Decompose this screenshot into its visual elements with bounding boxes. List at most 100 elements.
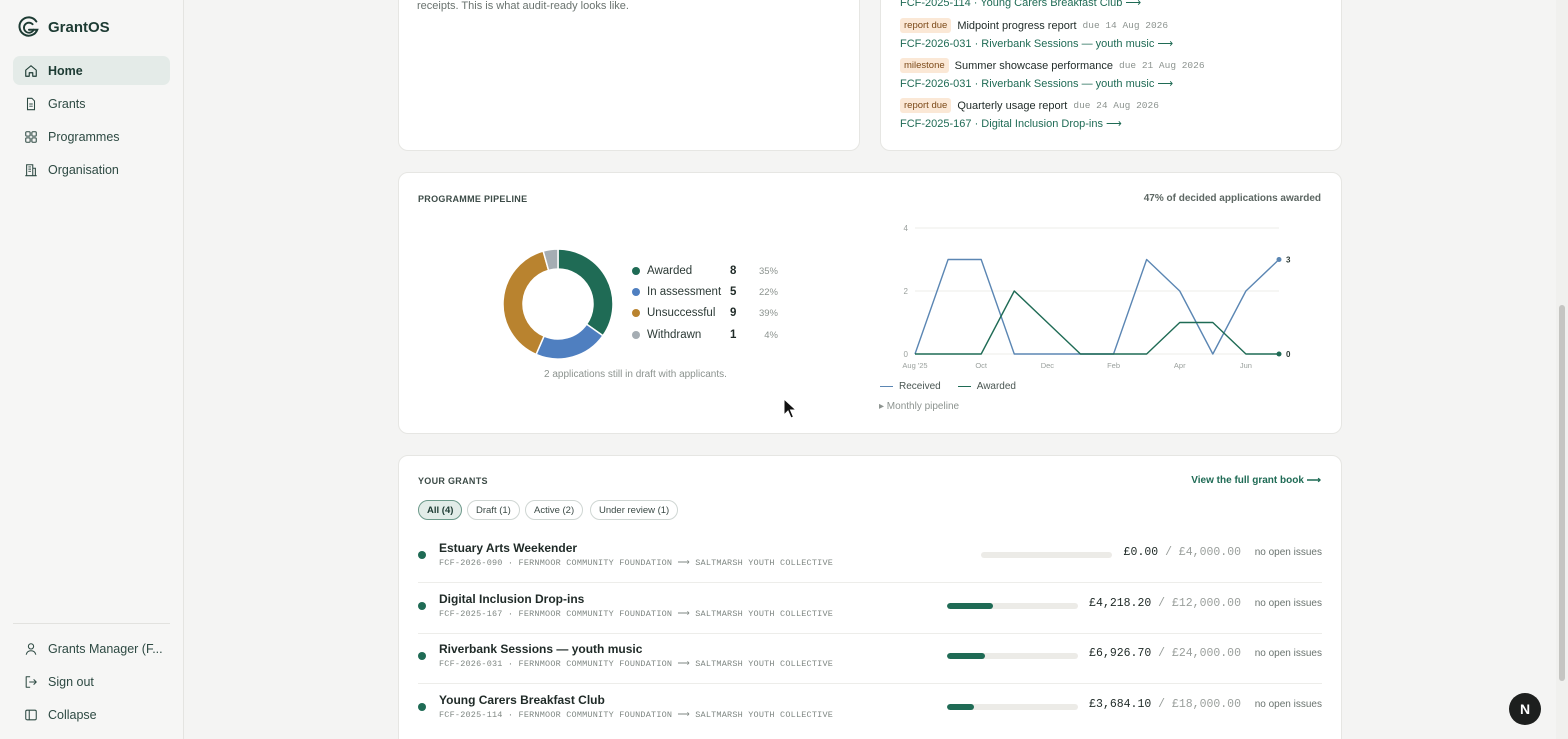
- grant-name[interactable]: Digital Inclusion Drop-ins: [439, 592, 584, 606]
- sidebar-item-label: Sign out: [48, 674, 94, 689]
- sidebar-item-label: Collapse: [48, 707, 97, 722]
- legend-swatch-received: [880, 385, 893, 388]
- status-dot: [418, 551, 426, 559]
- collapse-button[interactable]: Collapse: [13, 700, 170, 729]
- view-grant-book-link[interactable]: View the full grant book ⟶: [1191, 475, 1321, 486]
- series-endpoint-received: [1276, 257, 1282, 262]
- deadline-tag: report due: [900, 98, 952, 113]
- amount-spent: £3,684.10: [1089, 698, 1152, 711]
- deadline-title: Quarterly usage report: [957, 99, 1068, 112]
- filter-all[interactable]: All (4): [418, 500, 463, 520]
- issues-status: no open issues: [1254, 648, 1322, 659]
- pipeline-donut-chart: [502, 248, 614, 360]
- sign-out-icon: [25, 675, 37, 688]
- grant-reference: FCF-2025-114 · FERNMOOR COMMUNITY FOUNDA…: [439, 710, 834, 720]
- grant-row[interactable]: Estuary Arts Weekender FCF-2026-090 · FE…: [418, 533, 1322, 583]
- grantos-logo-icon: [18, 16, 39, 37]
- legend-label: Unsuccessful: [647, 307, 716, 319]
- legend-percent: 22%: [758, 286, 778, 298]
- legend-label: Withdrawn: [647, 329, 702, 341]
- donut-slice-in-assessment: [535, 323, 604, 360]
- legend-count: 8: [730, 265, 737, 277]
- app-name: GrantOS: [48, 18, 110, 36]
- scrollbar-thumb[interactable]: [1559, 305, 1565, 681]
- x-tick-label: Aug '25: [902, 361, 927, 370]
- deadlines-card: FCF-2025-114 · Young Carers Breakfast Cl…: [880, 0, 1342, 151]
- deadline-tag: report due: [900, 18, 952, 33]
- app-root: GrantOS Home Grants Programmes Organisat…: [0, 0, 1568, 739]
- sign-out-button[interactable]: Sign out: [13, 667, 170, 696]
- collapse-icon: [25, 709, 37, 720]
- intro-card: receipts. This is what audit-ready looks…: [398, 0, 860, 151]
- deadline-title: Summer showcase performance: [954, 59, 1114, 72]
- monthly-line-chart: 0 2 4 Aug '25 Oct Dec Feb Apr Jun 3 0: [902, 224, 1291, 370]
- status-dot: [418, 703, 426, 711]
- sidebar-item-organisation[interactable]: Organisation: [13, 155, 170, 184]
- donut-slice-awarded: [557, 248, 614, 337]
- x-tick-label: Feb: [1107, 361, 1120, 370]
- sidebar-item-home[interactable]: Home: [13, 56, 170, 85]
- legend-in-assessment: In assessment 5 22%: [632, 286, 778, 298]
- grant-name[interactable]: Riverbank Sessions — youth music: [439, 642, 642, 656]
- grants-title: YOUR GRANTS: [418, 476, 488, 486]
- x-tick-label: Oct: [975, 361, 988, 370]
- deadline-grant-link[interactable]: FCF-2026-031 · Riverbank Sessions — yout…: [900, 77, 1173, 90]
- grant-row[interactable]: Digital Inclusion Drop-ins FCF-2025-167 …: [418, 584, 1322, 634]
- document-icon: [26, 97, 36, 110]
- y-tick-label: 0: [904, 350, 909, 359]
- sidebar-item-label: Home: [48, 63, 83, 78]
- draft-note: 2 applications still in draft with appli…: [544, 369, 727, 380]
- filter-draft[interactable]: Draft (1): [467, 500, 520, 520]
- legend-percent: 4%: [764, 329, 778, 341]
- brand[interactable]: GrantOS: [18, 16, 110, 38]
- deadline-due: due 14 Aug 2026: [1082, 20, 1169, 31]
- legend-swatch: [632, 288, 640, 296]
- next-dev-badge[interactable]: N: [1509, 693, 1541, 725]
- x-tick-label: Apr: [1174, 361, 1186, 370]
- status-dot: [418, 652, 426, 660]
- series-line-awarded: [915, 290, 1279, 355]
- grant-row[interactable]: Young Carers Breakfast Club FCF-2025-114…: [418, 685, 1322, 735]
- legend-withdrawn: Withdrawn 1 4%: [632, 329, 778, 341]
- line-legend: Received Awarded: [880, 381, 1016, 392]
- deadline-grant-link[interactable]: FCF-2026-031 · Riverbank Sessions — yout…: [900, 37, 1173, 50]
- series-endpoint-awarded: [1276, 351, 1282, 357]
- grant-reference: FCF-2026-031 · FERNMOOR COMMUNITY FOUNDA…: [439, 659, 834, 669]
- amount-total: / £12,000.00: [1158, 597, 1241, 610]
- amount-total: / £4,000.00: [1165, 546, 1241, 559]
- filter-active[interactable]: Active (2): [525, 500, 584, 520]
- legend-label: In assessment: [647, 286, 722, 298]
- sidebar-divider: [13, 623, 170, 624]
- grant-reference: FCF-2025-167 · FERNMOOR COMMUNITY FOUNDA…: [439, 609, 834, 619]
- series-end-label-awarded: 0: [1286, 350, 1291, 359]
- deadline-grant-link[interactable]: FCF-2025-167 · Digital Inclusion Drop-in…: [900, 117, 1122, 130]
- amount-total: / £24,000.00: [1158, 647, 1241, 660]
- pipeline-title: PROGRAMME PIPELINE: [418, 194, 528, 204]
- legend-count: 1: [730, 329, 737, 341]
- pipeline-summary: 47% of decided applications awarded: [1143, 193, 1321, 204]
- legend-swatch: [632, 331, 640, 339]
- grid-icon: [25, 130, 37, 143]
- legend-label-received: Received: [899, 381, 941, 392]
- amount-spent: £6,926.70: [1089, 647, 1152, 660]
- deadline-item: milestone Summer showcase performance du…: [900, 58, 1205, 73]
- y-tick-label: 4: [904, 224, 909, 233]
- grant-amount: £3,684.10 / £18,000.00: [951, 698, 1241, 711]
- grant-name[interactable]: Estuary Arts Weekender: [439, 541, 577, 555]
- sidebar-item-grants[interactable]: Grants: [13, 89, 170, 118]
- issues-status: no open issues: [1254, 598, 1322, 609]
- x-tick-label: Jun: [1240, 361, 1252, 370]
- series-line-received: [914, 258, 1280, 355]
- deadline-grant-link[interactable]: FCF-2025-114 · Young Carers Breakfast Cl…: [900, 0, 1141, 9]
- deadline-due: due 21 Aug 2026: [1119, 60, 1205, 71]
- user-icon: [25, 642, 37, 655]
- filter-under-review[interactable]: Under review (1): [590, 500, 679, 520]
- account-menu[interactable]: Grants Manager (F...: [13, 634, 170, 663]
- monthly-pipeline-toggle[interactable]: ▸ Monthly pipeline: [879, 401, 959, 412]
- amount-spent: £4,218.20: [1089, 597, 1152, 610]
- status-dot: [418, 602, 426, 610]
- sidebar-item-programmes[interactable]: Programmes: [13, 122, 170, 151]
- grant-name[interactable]: Young Carers Breakfast Club: [439, 693, 605, 707]
- grant-row[interactable]: Riverbank Sessions — youth music FCF-202…: [418, 634, 1322, 684]
- legend-count: 9: [730, 307, 737, 319]
